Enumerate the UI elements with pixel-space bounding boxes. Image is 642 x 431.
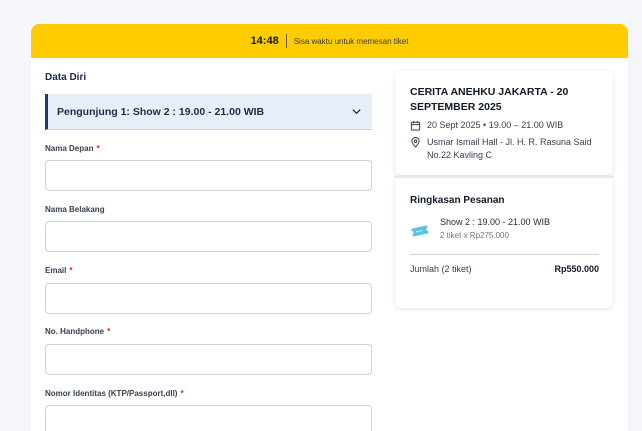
identity-label: Nomor Identitas (KTP/Passport,dll) * xyxy=(45,389,184,398)
summary-divider xyxy=(410,254,599,255)
chevron-down-icon[interactable] xyxy=(351,106,362,117)
checkout-card: 14:48 Sisa waktu untuk memesan tiket Dat… xyxy=(31,24,628,431)
location-pin-icon xyxy=(411,137,420,148)
event-date-row: 20 Sept 2025 • 19.00 – 21.00 WIB xyxy=(410,119,599,132)
event-card: CERITA ANEHKU JAKARTA - 20 SEPTEMBER 202… xyxy=(395,71,613,175)
total-label: Jumlah (2 tiket) xyxy=(410,264,472,274)
countdown-bar: 14:48 Sisa waktu untuk memesan tiket xyxy=(31,24,628,58)
summary-title: Ringkasan Pesanan xyxy=(410,195,505,206)
ticket-show: Show 2 : 19.00 - 21.00 WIB xyxy=(440,217,551,227)
identity-input[interactable] xyxy=(45,405,372,431)
event-date: 20 Sept 2025 • 19.00 – 21.00 WIB xyxy=(427,120,564,130)
email-label: Email * xyxy=(45,266,73,275)
calendar-icon xyxy=(410,120,421,131)
ticket-item: Show 2 : 19.00 - 21.00 WIB 2 tiket x Rp2… xyxy=(410,217,599,240)
email-input[interactable] xyxy=(45,283,372,314)
section-title: Data Diri xyxy=(45,72,87,83)
visitor-accordion[interactable]: Pengunjung 1: Show 2 : 19.00 - 21.00 WIB xyxy=(45,94,372,130)
countdown-time: 14:48 xyxy=(250,35,279,47)
last-name-input[interactable] xyxy=(45,221,372,252)
countdown-text: Sisa waktu untuk memesan tiket xyxy=(293,36,409,46)
last-name-label: Nama Belakang xyxy=(45,205,105,214)
phone-label: No. Handphone * xyxy=(45,327,111,336)
order-summary-card: Ringkasan Pesanan Show 2 : 19.00 - 21.00… xyxy=(395,176,613,308)
phone-input[interactable] xyxy=(45,344,372,375)
event-title: CERITA ANEHKU JAKARTA - 20 SEPTEMBER 202… xyxy=(410,86,569,113)
first-name-input[interactable] xyxy=(45,160,372,191)
first-name-label: Nama Depan * xyxy=(45,144,100,153)
total-row: Jumlah (2 tiket) Rp550.000 xyxy=(410,264,599,274)
countdown-divider xyxy=(285,34,287,48)
ticket-quantity: 2 tiket x Rp275.000 xyxy=(440,231,509,240)
total-value: Rp550.000 xyxy=(554,264,599,274)
event-venue-row: Usmar Ismail Hall - Jl. H. R. Rasuna Sai… xyxy=(410,136,599,162)
visitor-label: Pengunjung 1: Show 2 : 19.00 - 21.00 WIB xyxy=(57,105,265,118)
ticket-icon xyxy=(411,225,429,237)
event-venue: Usmar Ismail Hall - Jl. H. R. Rasuna Sai… xyxy=(427,137,592,160)
